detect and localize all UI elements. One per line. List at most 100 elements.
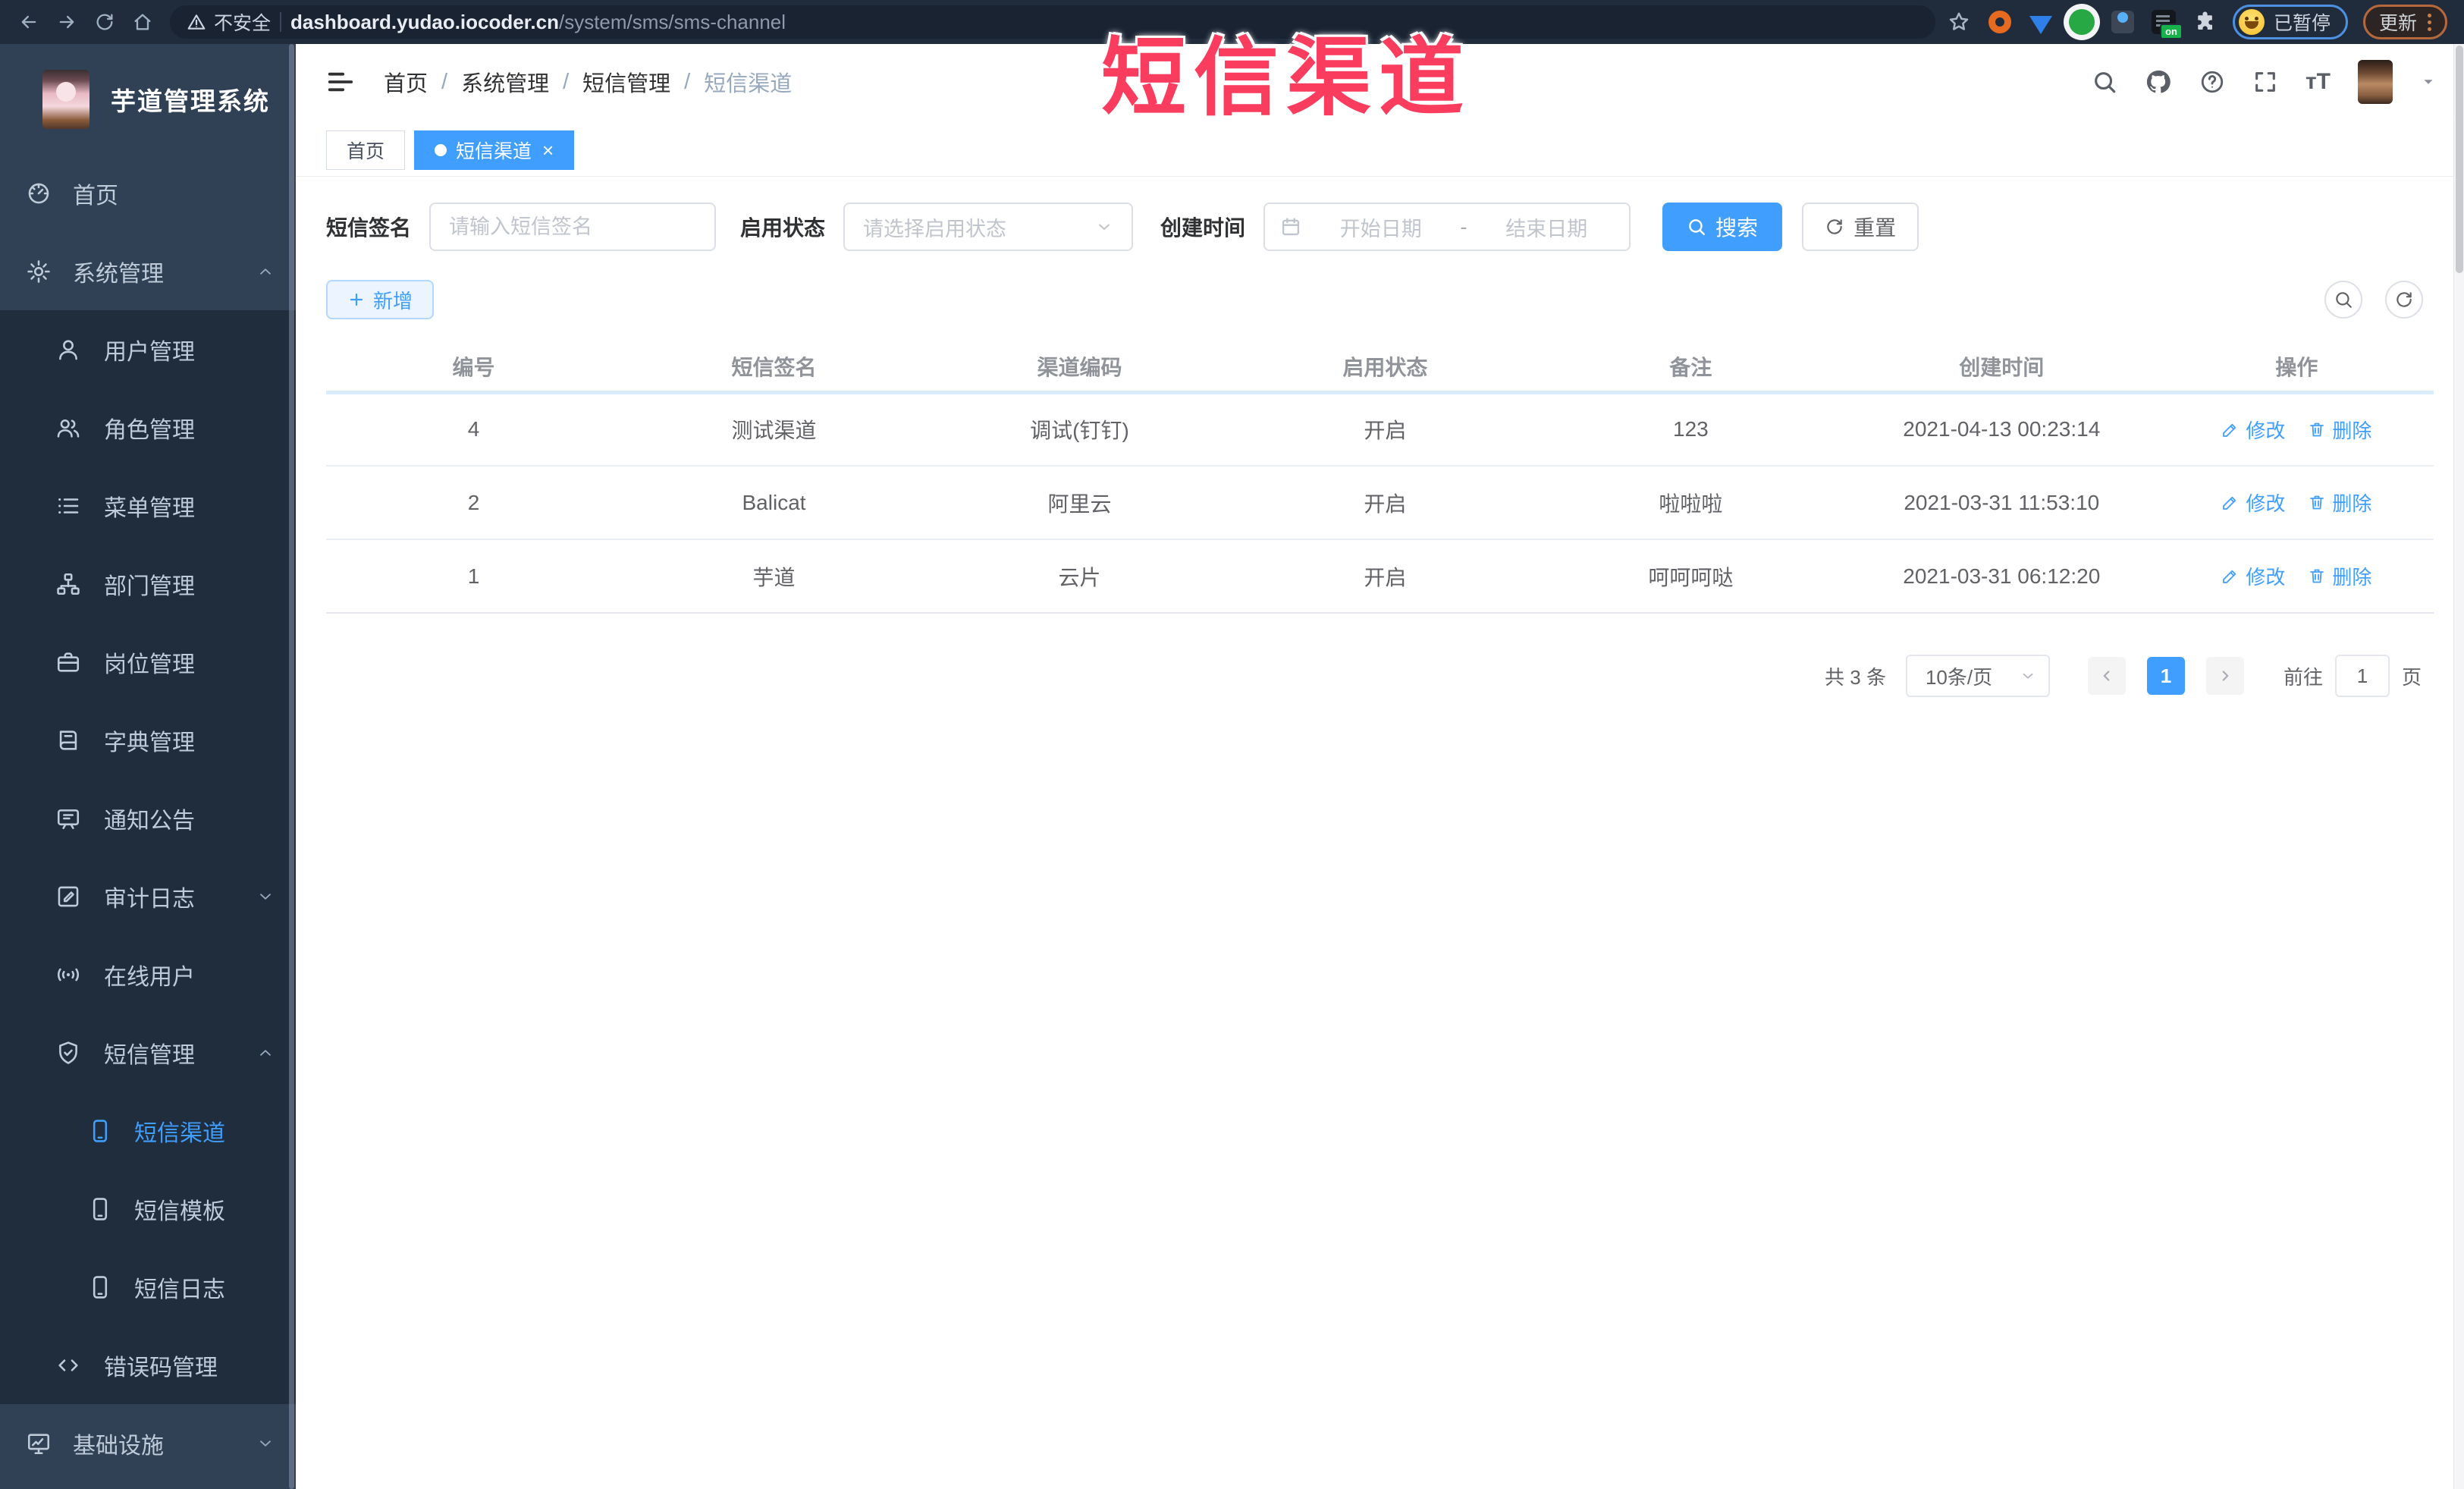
- page-size-select[interactable]: 10条/页: [1905, 655, 2050, 697]
- sidebar-item-13[interactable]: 短信模板: [0, 1170, 296, 1248]
- sidebar-item-9[interactable]: 审计日志: [0, 857, 296, 935]
- cell-sign: 测试渠道: [621, 392, 927, 466]
- scrollbar-thumb[interactable]: [2456, 46, 2463, 273]
- goto-page-input[interactable]: [2334, 655, 2390, 697]
- reload-button[interactable]: [88, 5, 121, 39]
- phone-icon: [87, 1274, 113, 1300]
- extension-gem-icon[interactable]: [2028, 9, 2054, 35]
- chevron-down-icon: [2020, 668, 2036, 684]
- extension-grid-icon[interactable]: [2110, 9, 2136, 35]
- cell-id: 2: [326, 466, 622, 540]
- code-icon: [55, 1352, 81, 1378]
- delete-link[interactable]: 删除: [2308, 488, 2371, 517]
- extension-green-icon[interactable]: [2068, 9, 2095, 35]
- github-icon[interactable]: [2145, 68, 2172, 96]
- table-header-row: 编号 短信签名 渠道编码 启用状态 备注 创建时间 操作: [326, 342, 2434, 394]
- end-date-placeholder[interactable]: 结束日期: [1480, 212, 1615, 242]
- sidebar-item-4[interactable]: 菜单管理: [0, 466, 296, 545]
- cell-remark: 啦啦啦: [1537, 466, 1844, 540]
- address-bar[interactable]: 不安全 dashboard.yudao.iocoder.cn/system/sm…: [170, 5, 1935, 39]
- tab-home[interactable]: 首页: [326, 130, 406, 170]
- sidebar-item-3[interactable]: 角色管理: [0, 388, 296, 466]
- profile-emoji-icon: [2238, 9, 2265, 35]
- col-status: 启用状态: [1232, 342, 1538, 394]
- sidebar-item-8[interactable]: 通知公告: [0, 779, 296, 857]
- calendar-icon: [1280, 216, 1301, 237]
- home-button[interactable]: [126, 5, 159, 39]
- extension-tampermonkey-icon[interactable]: on: [2151, 9, 2183, 39]
- breadcrumb-item-0[interactable]: 首页: [384, 66, 428, 98]
- reset-button[interactable]: 重置: [1802, 203, 1919, 251]
- page-scrollbar[interactable]: [2453, 44, 2464, 1489]
- delete-link[interactable]: 删除: [2308, 562, 2371, 590]
- sidebar-scrollbar[interactable]: [289, 44, 294, 1489]
- forward-button[interactable]: [50, 5, 83, 39]
- screen: 不安全 dashboard.yudao.iocoder.cn/system/sm…: [0, 0, 2464, 1489]
- filter-row: 短信签名 启用状态 请选择启用状态 创建时间 开始日期 - 结束日期: [326, 203, 2434, 251]
- breadcrumb-item-1[interactable]: 系统管理: [461, 66, 549, 98]
- edit-link[interactable]: 修改: [2221, 488, 2285, 517]
- chevron-down-icon[interactable]: [2420, 74, 2437, 90]
- refresh-icon: [1825, 217, 1844, 237]
- col-id: 编号: [326, 342, 622, 394]
- delete-label: 删除: [2332, 492, 2372, 515]
- back-button[interactable]: [12, 5, 46, 39]
- sidebar-item-15[interactable]: 错误码管理: [0, 1326, 296, 1404]
- sidebar-item-2[interactable]: 用户管理: [0, 310, 296, 388]
- date-range-picker[interactable]: 开始日期 - 结束日期: [1263, 203, 1631, 251]
- trash-icon: [2308, 493, 2326, 511]
- puzzle-icon[interactable]: [2192, 9, 2218, 35]
- star-icon[interactable]: [1946, 9, 1972, 35]
- start-date-placeholder[interactable]: 开始日期: [1314, 212, 1449, 242]
- sidebar-item-0[interactable]: 首页: [0, 154, 296, 232]
- sidebar-item-label: 首页: [73, 183, 118, 209]
- avatar[interactable]: [2358, 60, 2393, 104]
- next-page-button[interactable]: [2205, 657, 2244, 695]
- add-button[interactable]: 新增: [326, 280, 435, 319]
- sidebar-item-label: 在线用户: [104, 964, 195, 990]
- cell-actions: 修改 删除: [2159, 466, 2434, 540]
- delete-link[interactable]: 删除: [2308, 416, 2371, 444]
- prev-page-button[interactable]: [2087, 657, 2126, 695]
- toggle-search-button[interactable]: [2324, 281, 2362, 319]
- edit-label: 修改: [2246, 565, 2286, 589]
- status-select[interactable]: 请选择启用状态: [843, 203, 1134, 251]
- sign-input[interactable]: [449, 215, 697, 239]
- refresh-table-button[interactable]: [2385, 281, 2423, 319]
- sidebar-item-14[interactable]: 短信日志: [0, 1248, 296, 1326]
- close-icon[interactable]: ×: [542, 140, 554, 160]
- edit-link[interactable]: 修改: [2221, 562, 2285, 590]
- breadcrumb-item-2[interactable]: 短信管理: [582, 66, 670, 98]
- font-size-icon[interactable]: ᴛT: [2305, 69, 2331, 95]
- sidebar-item-10[interactable]: 在线用户: [0, 935, 296, 1013]
- overlay-title: 短信渠道: [1101, 30, 1471, 125]
- fullscreen-icon[interactable]: [2252, 69, 2278, 95]
- security-indicator[interactable]: 不安全: [187, 8, 271, 36]
- browser-profile-chip[interactable]: 已暂停: [2232, 5, 2348, 39]
- extension-orange-icon[interactable]: [1987, 9, 2013, 35]
- sidebar-item-7[interactable]: 字典管理: [0, 701, 296, 779]
- help-icon[interactable]: [2199, 69, 2225, 95]
- app-title: 芋道管理系统: [111, 86, 270, 115]
- content: 短信签名 启用状态 请选择启用状态 创建时间 开始日期 - 结束日期: [296, 177, 2464, 1489]
- hamburger-icon[interactable]: [326, 68, 355, 96]
- cell-remark: 123: [1537, 392, 1844, 466]
- tab-sms-channel[interactable]: 短信渠道 ×: [414, 130, 575, 170]
- search-button[interactable]: 搜索: [1662, 203, 1783, 251]
- app-logo: [42, 69, 89, 129]
- sidebar-item-6[interactable]: 岗位管理: [0, 623, 296, 701]
- monitor-icon: [26, 1431, 52, 1456]
- edit-link[interactable]: 修改: [2221, 416, 2285, 444]
- page-number-1[interactable]: 1: [2146, 657, 2185, 695]
- browser-update-button[interactable]: 更新: [2362, 5, 2447, 39]
- sidebar-item-1[interactable]: 系统管理: [0, 232, 296, 310]
- sidebar-item-16[interactable]: 基础设施: [0, 1404, 296, 1482]
- sms-shield-icon: [55, 1040, 81, 1066]
- cell-code: 调试(钉钉): [927, 392, 1232, 466]
- browser-nav: [12, 5, 159, 39]
- sidebar-item-5[interactable]: 部门管理: [0, 545, 296, 623]
- breadcrumb-separator: /: [563, 69, 570, 94]
- sidebar-item-12[interactable]: 短信渠道: [0, 1092, 296, 1170]
- search-icon[interactable]: [2092, 69, 2117, 95]
- sidebar-item-11[interactable]: 短信管理: [0, 1013, 296, 1092]
